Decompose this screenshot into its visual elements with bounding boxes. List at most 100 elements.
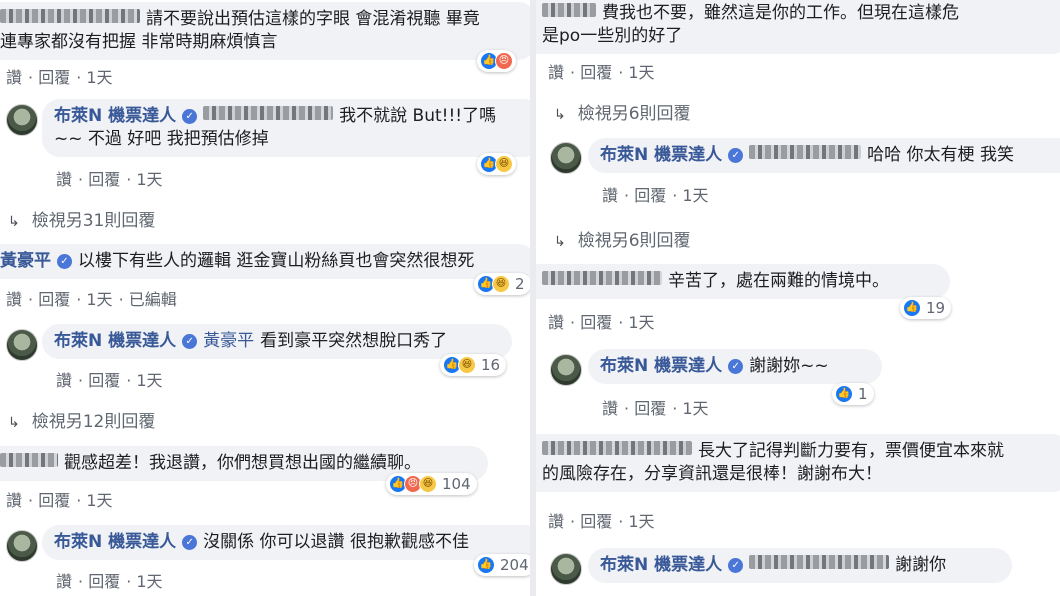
reply-link[interactable]: 回覆 — [634, 399, 666, 418]
timestamp[interactable]: 1天 — [682, 186, 708, 205]
timestamp[interactable]: 1天 — [628, 313, 654, 332]
reply-link[interactable]: 回覆 — [88, 170, 120, 189]
like-link[interactable]: 讚 — [548, 512, 564, 531]
author-name[interactable]: 布萊N 機票達人 — [54, 532, 176, 552]
reaction-count: 2 — [515, 275, 525, 293]
comment-text: 是po一些別的好了 — [542, 26, 683, 46]
reply-bubble: 布萊N 機票達人 ✓ 謝謝你 — [588, 548, 1012, 583]
reply-text: ~~ 不過 好吧 我把預估修掉 — [54, 129, 269, 149]
reaction-count: 1 — [858, 385, 868, 403]
reaction-summary[interactable]: 👍 204 — [474, 554, 530, 576]
like-link[interactable]: 讚 — [602, 399, 618, 418]
reply-link[interactable]: 回覆 — [38, 491, 70, 510]
reaction-count: 104 — [442, 475, 471, 493]
timestamp[interactable]: 1天 — [682, 399, 708, 418]
comment-text: 以樓下有些人的邏輯 逛金寶山粉絲頁也會突然很想死 — [78, 251, 475, 271]
reply-bubble: 布萊N 機票達人 ✓ 沒關係 你可以退讚 很抱歉觀感不佳 — [42, 525, 530, 560]
comment-text: 觀感超差！我退讚，你們想買想出國的繼續聊。 — [64, 453, 421, 473]
comment-bubble: 費我也不要，雖然這是你的工作。但現在這樣危 是po一些別的好了 — [536, 0, 1060, 54]
reaction-summary[interactable]: 👍 😠 — [477, 50, 516, 72]
reaction-count: 19 — [926, 299, 946, 317]
reply-link[interactable]: 回覆 — [38, 68, 70, 87]
timestamp[interactable]: 1天 — [136, 572, 162, 591]
reaction-summary[interactable]: 👍 😆 — [477, 153, 516, 175]
reaction-summary[interactable]: 👍 😠 😆 104 — [386, 473, 477, 495]
haha-icon: 😆 — [419, 475, 437, 493]
comment-text: 請不要說出預估這樣的字眼 會混淆視聽 畢竟 — [146, 9, 480, 29]
author-name[interactable]: 布萊N 機票達人 — [54, 106, 176, 126]
avatar[interactable] — [550, 142, 582, 174]
reply-bubble: 布萊N 機票達人 ✓ 謝謝妳~~ — [588, 349, 882, 384]
reaction-summary[interactable]: 👍 😆 16 — [440, 354, 507, 376]
reply-link[interactable]: 回覆 — [634, 186, 666, 205]
verified-icon: ✓ — [728, 359, 744, 374]
avatar[interactable] — [6, 104, 38, 136]
reply-text: 沒關係 你可以退讚 很抱歉觀感不佳 — [203, 532, 469, 552]
verified-icon: ✓ — [728, 148, 744, 163]
avatar[interactable] — [550, 354, 582, 386]
reply-link[interactable]: 回覆 — [88, 572, 120, 591]
like-link[interactable]: 讚 — [56, 371, 72, 390]
blurred-username — [542, 441, 692, 455]
timestamp[interactable]: 1天 — [86, 68, 112, 87]
timestamp[interactable]: 1天 — [86, 290, 112, 309]
comment-actions: 讚 · 回覆 · 1天 — [6, 68, 113, 87]
comment-actions: 讚 · 回覆 · 1天 — [6, 491, 113, 510]
avatar[interactable] — [6, 329, 38, 361]
like-link[interactable]: 讚 — [56, 572, 72, 591]
like-link[interactable]: 讚 — [548, 63, 564, 82]
reply-link[interactable]: 回覆 — [580, 313, 612, 332]
like-link[interactable]: 讚 — [602, 186, 618, 205]
timestamp[interactable]: 1天 — [136, 371, 162, 390]
verified-icon: ✓ — [182, 109, 198, 124]
like-link[interactable]: 讚 — [6, 68, 22, 87]
reply-arrow-icon: ↳ — [554, 234, 566, 250]
author-name[interactable]: 布萊N 機票達人 — [54, 331, 176, 351]
haha-icon: 😆 — [495, 155, 513, 173]
comment-text: 長大了記得判斷力要有，票價便宜本來就 — [698, 441, 1004, 461]
avatar[interactable] — [6, 530, 38, 562]
comment-actions: 讚 · 回覆 · 1天 · 已編輯 — [6, 290, 177, 309]
like-link[interactable]: 讚 — [6, 290, 22, 309]
reply-bubble: 布萊N 機票達人 ✓ 黃豪平 看到豪平突然想脫口秀了 — [42, 324, 512, 359]
verified-icon: ✓ — [728, 558, 744, 573]
tagged-user[interactable]: 黃豪平 — [203, 331, 254, 351]
timestamp[interactable]: 1天 — [86, 491, 112, 510]
view-more-replies[interactable]: ↳ 檢視另6則回覆 — [554, 99, 691, 124]
left-comment-panel: 請不要說出預估這樣的字眼 會混淆視聽 畢竟 連專家都沒有把握 非常時期麻煩慎言 … — [0, 0, 530, 596]
reaction-summary[interactable]: 👍 😆 2 — [474, 273, 530, 295]
comment-bubble: 黃豪平 ✓ 以樓下有些人的邏輯 逛金寶山粉絲頁也會突然很想死 — [0, 244, 530, 279]
like-icon: 👍 — [903, 299, 921, 317]
author-name[interactable]: 布萊N 機票達人 — [600, 356, 722, 376]
timestamp[interactable]: 1天 — [136, 170, 162, 189]
like-link[interactable]: 讚 — [56, 170, 72, 189]
like-link[interactable]: 讚 — [6, 491, 22, 510]
blurred-username — [542, 3, 596, 17]
author-name[interactable]: 布萊N 機票達人 — [600, 555, 722, 575]
reaction-summary[interactable]: 👍 19 — [900, 297, 952, 319]
reply-link[interactable]: 回覆 — [88, 371, 120, 390]
reaction-summary[interactable]: 👍 1 — [832, 383, 874, 405]
comment-actions: 讚 · 回覆 · 1天 — [548, 313, 655, 332]
author-name[interactable]: 黃豪平 — [0, 251, 51, 271]
reply-link[interactable]: 回覆 — [38, 290, 70, 309]
like-link[interactable]: 讚 — [548, 313, 564, 332]
reply-link[interactable]: 回覆 — [580, 63, 612, 82]
timestamp[interactable]: 1天 — [628, 63, 654, 82]
reply-bubble: 布萊N 機票達人 ✓ 哈哈 你太有梗 我笑 — [588, 138, 1060, 173]
blurred-username — [0, 9, 140, 23]
comment-text: 連專家都沒有把握 非常時期麻煩慎言 — [0, 32, 278, 52]
reply-actions: 讚 · 回覆 · 1天 — [602, 399, 709, 418]
view-more-replies[interactable]: ↳ 檢視另6則回覆 — [554, 226, 691, 251]
view-more-replies[interactable]: ↳ 檢視另12則回覆 — [8, 407, 155, 432]
author-name[interactable]: 布萊N 機票達人 — [600, 145, 722, 165]
reply-actions: 讚 · 回覆 · 1天 — [56, 572, 163, 591]
reply-text: 我不就說 But!!!了嗎 — [339, 106, 497, 126]
avatar[interactable] — [550, 553, 582, 585]
comment-bubble: 請不要說出預估這樣的字眼 會混淆視聽 畢竟 連專家都沒有把握 非常時期麻煩慎言 — [0, 2, 530, 60]
reply-arrow-icon: ↳ — [554, 107, 566, 123]
reply-link[interactable]: 回覆 — [580, 512, 612, 531]
view-more-replies[interactable]: ↳ 檢視另31則回覆 — [8, 206, 155, 231]
comment-bubble: 長大了記得判斷力要有，票價便宜本來就 的風險存在，分享資訊還是很棒！謝謝布大！ — [536, 434, 1060, 492]
timestamp[interactable]: 1天 — [628, 512, 654, 531]
